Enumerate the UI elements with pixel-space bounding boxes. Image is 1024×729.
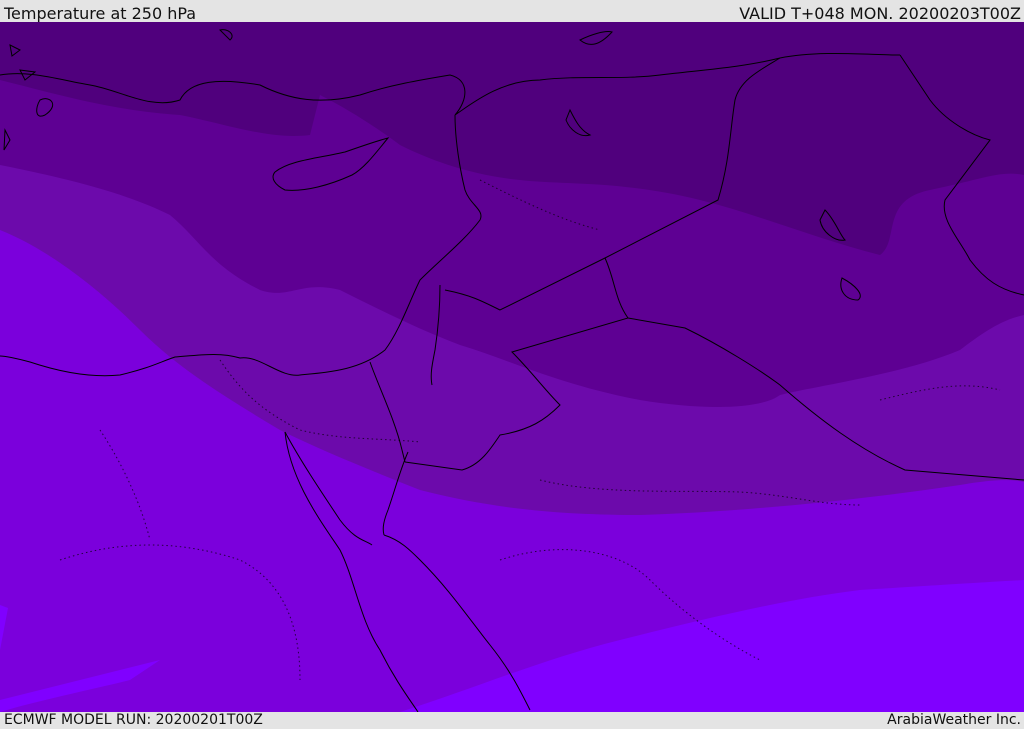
footer-bar: ECMWF MODEL RUN: 20200201T00Z ArabiaWeat… <box>0 712 1024 729</box>
temperature-map[interactable] <box>0 22 1024 712</box>
credit-label: ArabiaWeather Inc. <box>887 712 1021 728</box>
model-run-label: ECMWF MODEL RUN: 20200201T00Z <box>4 712 263 728</box>
valid-time-label: VALID T+048 MON. 20200203T00Z <box>739 4 1021 23</box>
map-title: Temperature at 250 hPa <box>4 4 197 23</box>
header-bar: Temperature at 250 hPa VALID T+048 MON. … <box>0 0 1024 23</box>
